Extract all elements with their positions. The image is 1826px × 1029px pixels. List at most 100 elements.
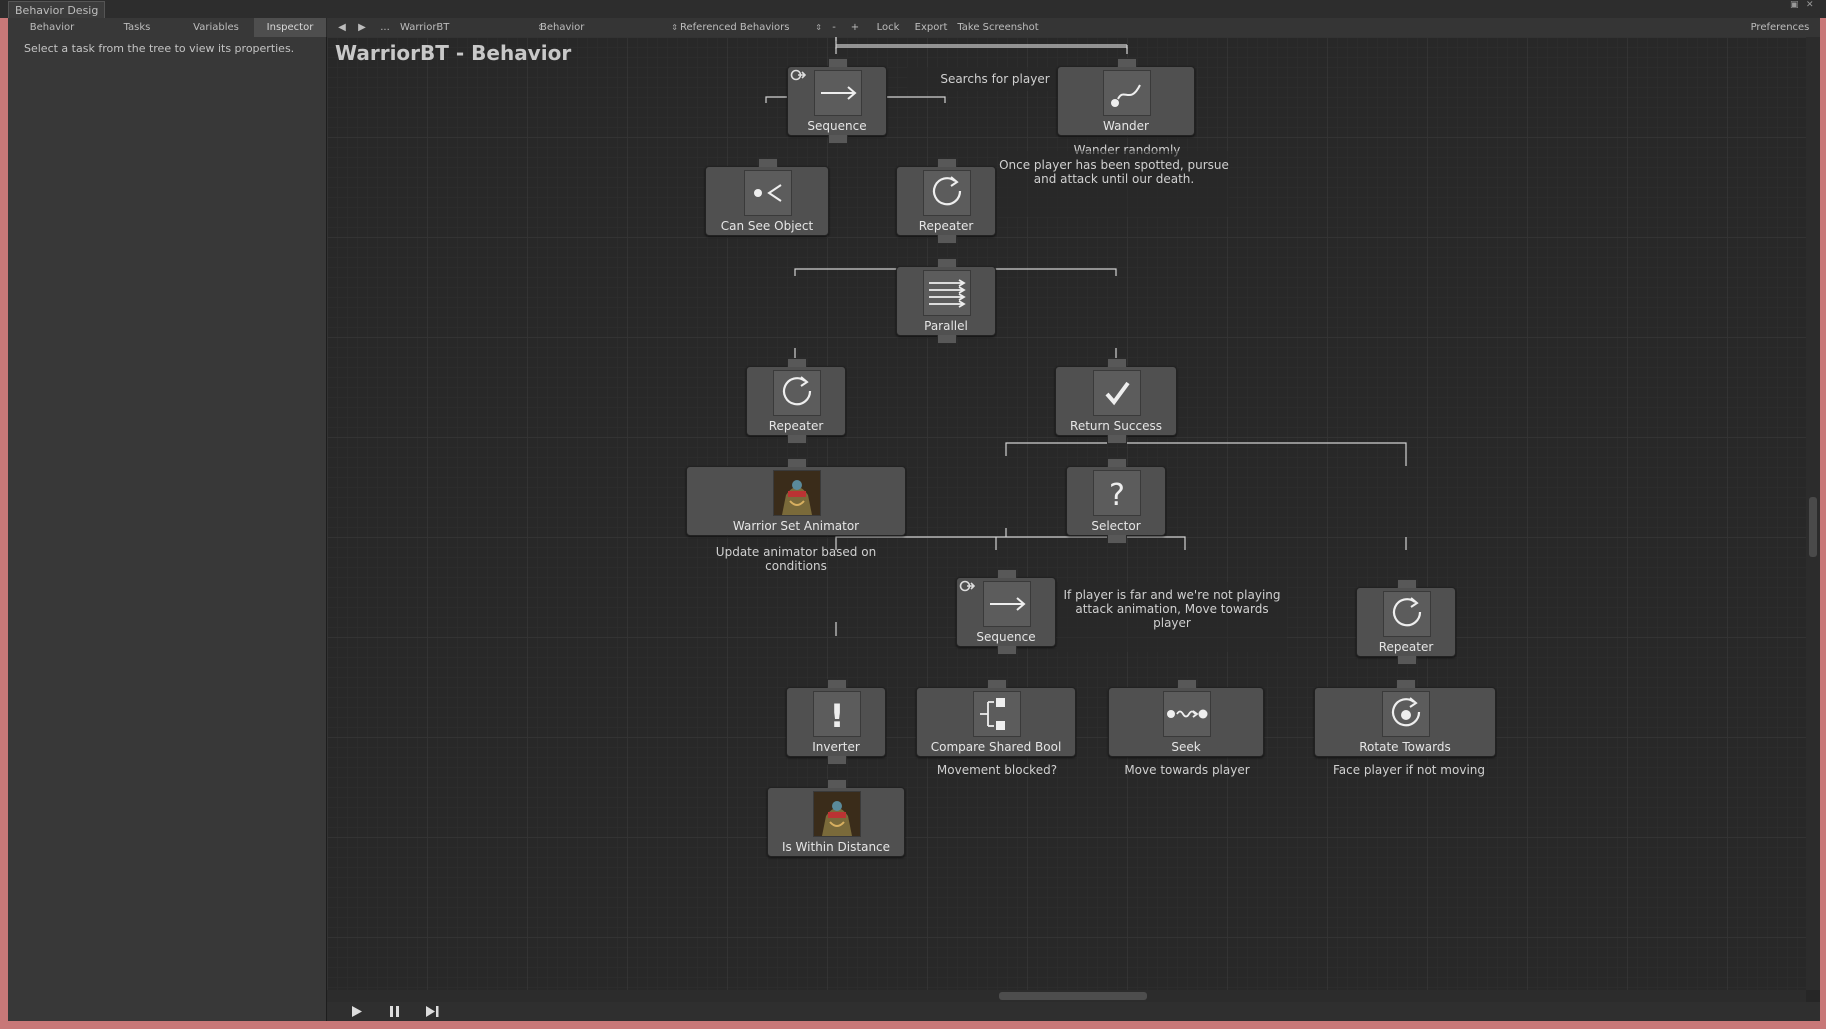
- question-icon: ?: [1093, 470, 1141, 516]
- node-label: Rotate Towards: [1359, 740, 1451, 754]
- warrior-portrait-icon: [813, 791, 861, 837]
- inspector-panel: Select a task from the tree to view its …: [8, 37, 327, 1021]
- maximize-icon[interactable]: ▣: [1790, 0, 1799, 10]
- input-connector[interactable]: [787, 458, 807, 467]
- input-connector[interactable]: [758, 158, 778, 167]
- referenced-behaviors-label: Referenced Behaviors: [680, 22, 790, 33]
- node-compare-shared-bool[interactable]: Compare Shared Bool: [916, 679, 1076, 757]
- tab-variables[interactable]: Variables: [178, 18, 255, 37]
- parallel-icon: [923, 270, 971, 316]
- output-connector[interactable]: [1397, 656, 1417, 665]
- output-connector[interactable]: [1107, 535, 1127, 544]
- export-button[interactable]: Export: [910, 18, 952, 37]
- event-icon: [959, 580, 975, 592]
- exclamation-icon: !: [813, 691, 861, 737]
- horizontal-scrollbar[interactable]: [327, 990, 1806, 1002]
- vertical-scroll-thumb[interactable]: [1809, 497, 1817, 557]
- repeater-icon: [923, 170, 971, 216]
- node-label: Seek: [1171, 740, 1201, 754]
- input-connector[interactable]: [997, 569, 1017, 578]
- window-frame: [1820, 18, 1826, 1029]
- node-selector[interactable]: ? Selector: [1066, 458, 1166, 544]
- input-connector[interactable]: [1117, 58, 1137, 67]
- node-label: Repeater: [768, 419, 824, 433]
- svg-text:?: ?: [1109, 478, 1125, 513]
- playback-bar: [327, 1002, 1820, 1021]
- input-connector[interactable]: [937, 258, 957, 267]
- node-repeater-1[interactable]: Repeater: [896, 158, 996, 244]
- tab-inspector[interactable]: Inspector: [254, 18, 327, 37]
- input-connector[interactable]: [1396, 679, 1416, 688]
- node-is-within-distance[interactable]: Is Within Distance: [767, 779, 905, 857]
- tab-behavior[interactable]: Behavior: [8, 18, 97, 37]
- node-seek[interactable]: Seek: [1108, 679, 1264, 757]
- take-screenshot-button[interactable]: Take Screenshot: [952, 18, 1044, 37]
- dropdown-arrows-icon: ⇕: [671, 23, 678, 32]
- node-inverter[interactable]: ! Inverter: [786, 679, 886, 765]
- sequence-arrow-icon: [983, 581, 1031, 627]
- forward-arrow-icon[interactable]: ▶: [354, 18, 370, 37]
- seek-icon: [1163, 691, 1211, 737]
- input-connector[interactable]: [987, 679, 1007, 688]
- output-connector[interactable]: [787, 435, 807, 444]
- window-frame: [0, 18, 8, 1029]
- node-sequence-top[interactable]: Sequence: [787, 58, 887, 144]
- input-connector[interactable]: [787, 358, 807, 367]
- close-icon[interactable]: ✕: [1806, 0, 1814, 10]
- more-button[interactable]: ...: [376, 18, 394, 37]
- window-tab[interactable]: Behavior Desig: [8, 1, 106, 19]
- comment-pursue: Once player has been spotted, pursue and…: [999, 158, 1229, 186]
- vertical-scrollbar[interactable]: [1806, 37, 1820, 990]
- input-connector[interactable]: [1107, 358, 1127, 367]
- node-wander[interactable]: Wander: [1057, 58, 1195, 136]
- input-connector[interactable]: [827, 779, 847, 788]
- output-connector[interactable]: [828, 135, 848, 144]
- tab-tasks[interactable]: Tasks: [96, 18, 179, 37]
- node-repeater-3[interactable]: Repeater: [1356, 579, 1456, 665]
- node-repeater-2[interactable]: Repeater: [746, 358, 846, 444]
- input-connector[interactable]: [827, 679, 847, 688]
- node-sequence-mid[interactable]: Sequence: [956, 569, 1056, 655]
- output-connector[interactable]: [827, 756, 847, 765]
- input-connector[interactable]: [937, 158, 957, 167]
- rotate-towards-icon: [1382, 691, 1430, 737]
- referenced-behaviors-select[interactable]: Referenced Behaviors ⇕: [680, 18, 824, 37]
- input-connector[interactable]: [1397, 579, 1417, 588]
- lock-button[interactable]: Lock: [866, 18, 910, 37]
- output-connector[interactable]: [937, 235, 957, 244]
- add-button[interactable]: +: [844, 18, 866, 37]
- input-connector[interactable]: [1107, 458, 1127, 467]
- node-rotate-towards[interactable]: Rotate Towards: [1314, 679, 1496, 757]
- input-connector[interactable]: [1177, 679, 1197, 688]
- graph-canvas[interactable]: WarriorBT - Behavior Searchs for player …: [327, 37, 1806, 990]
- title-bar: Behavior Desig ▣ ✕: [0, 0, 1826, 19]
- node-label: Repeater: [1378, 640, 1434, 654]
- back-arrow-icon[interactable]: ◀: [334, 18, 350, 37]
- remove-button[interactable]: -: [824, 18, 844, 37]
- output-connector[interactable]: [997, 646, 1017, 655]
- pause-icon[interactable]: [383, 1004, 405, 1019]
- repeater-icon: [1383, 591, 1431, 637]
- warrior-portrait-icon: [773, 470, 821, 516]
- repeater-icon: [773, 370, 821, 416]
- window-frame: [0, 1021, 1826, 1029]
- horizontal-scroll-thumb[interactable]: [999, 992, 1147, 1000]
- node-label: Can See Object: [720, 219, 814, 233]
- play-icon[interactable]: [345, 1004, 367, 1019]
- node-label: Wander: [1103, 119, 1149, 133]
- node-warrior-set-animator[interactable]: Warrior Set Animator: [686, 458, 906, 536]
- node-can-see-object[interactable]: Can See Object: [705, 158, 829, 236]
- output-connector[interactable]: [937, 335, 957, 344]
- dropdown-arrows-icon: ⇕: [815, 23, 822, 32]
- input-connector[interactable]: [828, 58, 848, 67]
- node-return-success[interactable]: Return Success: [1055, 358, 1177, 444]
- behavior-designer-window: Behavior Desig ▣ ✕ Behavior Tasks Variab…: [0, 0, 1826, 1029]
- preferences-button[interactable]: Preferences: [1740, 18, 1820, 37]
- tree-select[interactable]: WarriorBT ⇕: [400, 18, 546, 37]
- comment-move: If player is far and we're not playing a…: [1063, 588, 1281, 630]
- node-parallel[interactable]: Parallel: [896, 258, 996, 344]
- behavior-select[interactable]: Behavior ⇕: [540, 18, 680, 37]
- node-label: Sequence: [807, 119, 867, 133]
- step-icon[interactable]: [421, 1004, 443, 1019]
- output-connector[interactable]: [1107, 435, 1127, 444]
